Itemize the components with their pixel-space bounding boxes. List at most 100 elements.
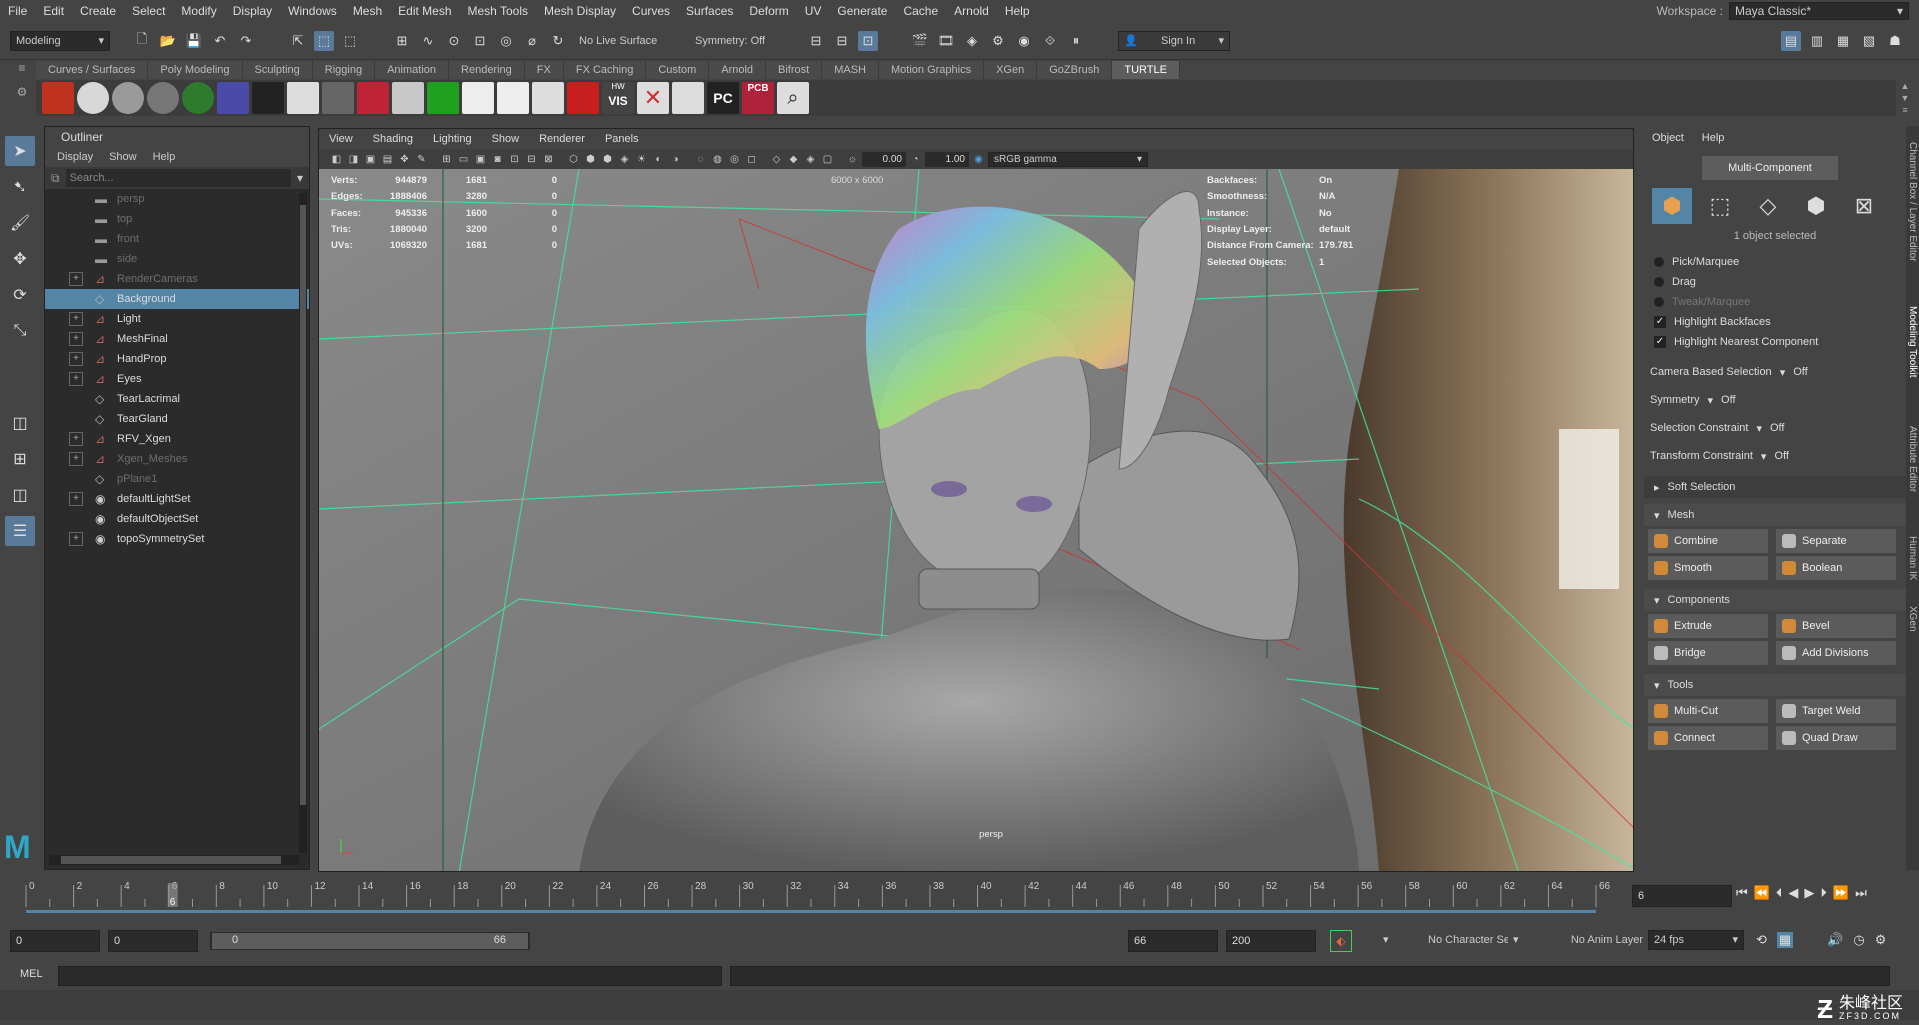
viewport-scene[interactable]: 6000 x 6000 persp Verts: 944879 1681 0 Edges… xyxy=(319,169,1633,871)
camera-attr-icon[interactable]: ◨ xyxy=(346,152,361,167)
depth-of-field-icon[interactable]: ◎ xyxy=(727,152,742,167)
shelf-tab-rendering[interactable]: Rendering xyxy=(449,61,525,79)
shelf-bars-icon[interactable] xyxy=(672,82,704,114)
redo-icon[interactable]: ↷ xyxy=(236,31,256,51)
channel-box-toggle-icon[interactable]: ▤ xyxy=(1781,30,1801,51)
shelf-magnifier-icon[interactable]: ⌕ xyxy=(777,82,809,114)
outliner-item-rfv-xgen[interactable]: + ⊿ RFV_Xgen xyxy=(45,429,309,449)
menu-set-dropdown[interactable]: Modeling ▾ xyxy=(10,30,110,51)
current-frame-field[interactable]: 6 xyxy=(1632,885,1732,907)
select-tool-icon[interactable]: ➤ xyxy=(5,136,35,166)
expand-icon[interactable]: + xyxy=(69,332,83,346)
soft-select-icon[interactable]: ⊡ xyxy=(858,30,878,51)
menu-uv[interactable]: UV xyxy=(797,0,830,22)
smooth-shade-icon[interactable]: ⬢ xyxy=(583,152,598,167)
image-plane-icon[interactable]: ▤ xyxy=(380,152,395,167)
gamma-field[interactable]: 1.00 xyxy=(925,151,969,167)
menu-icon[interactable]: ≡ xyxy=(18,61,25,75)
select-component-icon[interactable]: ⬚ xyxy=(340,31,360,51)
two-view-layout-icon[interactable]: ◫ xyxy=(5,480,35,510)
safe-title-icon[interactable]: ⊠ xyxy=(541,152,556,167)
anim-start-field[interactable]: 0 xyxy=(108,930,198,952)
outliner-item-rendercameras[interactable]: + ⊿ RenderCameras xyxy=(45,269,309,289)
go-to-start-icon[interactable]: ⏮ xyxy=(1736,885,1748,901)
step-forward-key-icon[interactable]: ⏩ xyxy=(1833,885,1849,901)
expand-icon[interactable]: + xyxy=(69,532,83,546)
modeling-toolkit-toggle-icon[interactable]: ▧ xyxy=(1859,31,1879,51)
outliner-hscrollbar[interactable] xyxy=(49,855,299,865)
connect-button[interactable]: Connect xyxy=(1648,726,1768,750)
shelf-sphere-white-icon[interactable] xyxy=(77,82,109,114)
chevron-down-icon[interactable]: ▾ xyxy=(297,171,303,185)
radio-pick-marquee[interactable]: Pick/Marquee xyxy=(1644,252,1906,272)
anim-prefs-icon[interactable]: ⚙ xyxy=(1875,932,1887,948)
snap-live-icon[interactable]: ⌀ xyxy=(522,31,542,51)
shelf-sphere-grey-icon[interactable] xyxy=(112,82,144,114)
pause-icon[interactable]: ⏸ xyxy=(1066,31,1086,51)
fps-dropdown[interactable]: 24 fps ▾ xyxy=(1648,930,1744,950)
viewport-menu-lighting[interactable]: Lighting xyxy=(433,129,472,149)
radio-drag[interactable]: Drag xyxy=(1644,272,1906,292)
command-language[interactable]: MEL xyxy=(20,968,43,980)
shelf-tab-turtle[interactable]: TURTLE xyxy=(1112,61,1180,79)
option-transform-constraint[interactable]: Transform Constraint ▾ Off xyxy=(1644,442,1906,470)
outliner-item-eyes[interactable]: + ⊿ Eyes xyxy=(45,369,309,389)
select-hierarchy-icon[interactable]: ⇱ xyxy=(288,31,308,51)
separate-button[interactable]: Separate xyxy=(1776,529,1896,553)
shelf-white-shapes-icon[interactable] xyxy=(462,82,494,114)
end-time-field[interactable]: 66 xyxy=(1128,930,1218,952)
option-camera-based-selection[interactable]: Camera Based Selection ▾ Off xyxy=(1644,358,1906,386)
expand-icon[interactable]: + xyxy=(69,272,83,286)
edge-mode-icon[interactable]: ◇ xyxy=(1748,188,1788,224)
render-view-icon[interactable]: 🎬 xyxy=(910,31,930,51)
shelf-tab-fx-caching[interactable]: FX Caching xyxy=(563,61,647,79)
shelf-lens-icon[interactable] xyxy=(532,82,564,114)
shelf-cylinder-icon[interactable] xyxy=(322,82,354,114)
attribute-editor-toggle-icon[interactable]: ▥ xyxy=(1807,31,1827,51)
character-set-dropdown[interactable]: ▾ No Character Set xyxy=(1378,930,1518,950)
play-backward-icon[interactable]: ◀ xyxy=(1788,885,1798,901)
shelf-red-cube-icon[interactable] xyxy=(392,82,424,114)
shelf-tab-custom[interactable]: Custom xyxy=(646,61,710,79)
select-object-icon[interactable]: ⬚ xyxy=(314,30,334,51)
hypershade-icon[interactable]: ◉ xyxy=(1014,31,1034,51)
shelf-tab-rigging[interactable]: Rigging xyxy=(312,61,376,79)
textured-icon[interactable]: ◈ xyxy=(617,152,632,167)
go-to-end-icon[interactable]: ⏭ xyxy=(1855,885,1867,901)
outliner-menu-show[interactable]: Show xyxy=(109,147,137,167)
outliner-item-teargland[interactable]: ◇ TearGland xyxy=(45,409,309,429)
outliner-menu-help[interactable]: Help xyxy=(153,147,176,167)
check-highlight-nearest-component[interactable]: ✓ Highlight Nearest Component xyxy=(1644,332,1906,352)
menu-mesh[interactable]: Mesh xyxy=(345,0,390,22)
outliner-item-meshfinal[interactable]: + ⊿ MeshFinal xyxy=(45,329,309,349)
sign-in-dropdown[interactable]: 👤 Sign In ▾ xyxy=(1118,30,1230,51)
outliner-item-defaultobjectset[interactable]: ◉ defaultObjectSet xyxy=(45,509,309,529)
field-chart-icon[interactable]: ⊡ xyxy=(507,152,522,167)
step-forward-frame-icon[interactable]: ⏵ xyxy=(1820,885,1827,901)
outliner-item-handprop[interactable]: + ⊿ HandProp xyxy=(45,349,309,369)
shelf-tab-animation[interactable]: Animation xyxy=(375,61,450,79)
menu-display[interactable]: Display xyxy=(225,0,280,22)
option-selection-constraint[interactable]: Selection Constraint ▾ Off xyxy=(1644,414,1906,442)
shelf-scroll[interactable]: ▲ ▼ ≡ xyxy=(1898,80,1912,116)
open-scene-icon[interactable]: 📂 xyxy=(158,31,178,51)
new-scene-icon[interactable]: 🗋 xyxy=(132,31,152,51)
outliner-item-toposymmetryset[interactable]: + ◉ topoSymmetrySet xyxy=(45,529,309,549)
paint-select-tool-icon[interactable]: 🖌 xyxy=(5,208,35,238)
viewport-menu-show[interactable]: Show xyxy=(492,129,520,149)
menu-modify[interactable]: Modify xyxy=(173,0,224,22)
tool-settings-toggle-icon[interactable]: ▦ xyxy=(1833,31,1853,51)
menu-arnold[interactable]: Arnold xyxy=(946,0,997,22)
history-icon[interactable]: ⊟ xyxy=(806,31,826,51)
bridge-button[interactable]: Bridge xyxy=(1648,641,1768,665)
snap-point-icon[interactable]: ⊙ xyxy=(444,31,464,51)
multi-cut-button[interactable]: Multi-Cut xyxy=(1648,699,1768,723)
exposure-field[interactable]: 0.00 xyxy=(862,151,906,167)
toolkit-menu-object[interactable]: Object xyxy=(1652,126,1684,150)
expand-icon[interactable]: + xyxy=(69,452,83,466)
shelf-tab-motion-graphics[interactable]: Motion Graphics xyxy=(879,61,985,79)
shelf-green-ball-icon[interactable] xyxy=(427,82,459,114)
snap-view-icon[interactable]: ⊡ xyxy=(470,31,490,51)
section-tools[interactable]: ▾ Tools xyxy=(1644,674,1906,696)
gear-icon[interactable]: ⚙ xyxy=(17,85,28,99)
